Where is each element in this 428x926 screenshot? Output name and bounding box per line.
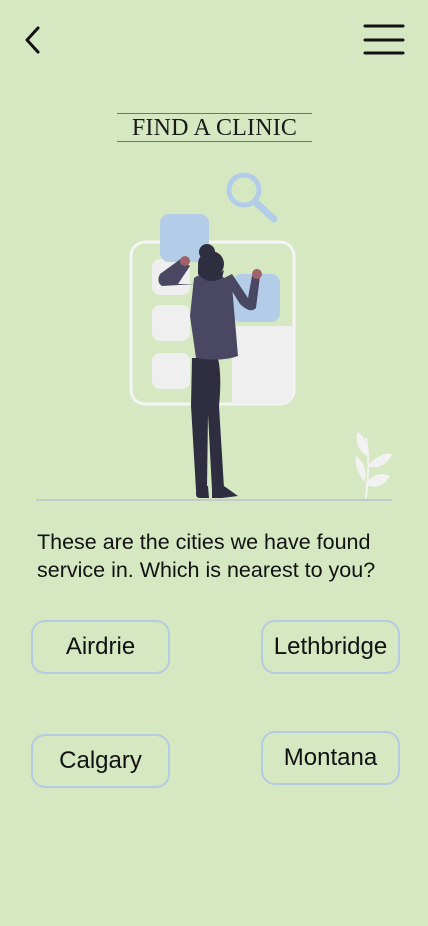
plant-icon: [355, 432, 392, 499]
city-button-lethbridge[interactable]: Lethbridge: [261, 620, 400, 674]
magnifier-icon: [226, 172, 278, 223]
cities-prompt: These are the cities we have found servi…: [37, 530, 376, 582]
chevron-left-icon: [25, 26, 40, 54]
back-button[interactable]: [18, 22, 48, 58]
hamburger-menu-icon: [363, 24, 405, 55]
city-button-calgary[interactable]: Calgary: [31, 734, 170, 788]
city-button-montana[interactable]: Montana: [261, 731, 400, 785]
page-title: FIND A CLINIC: [131, 115, 298, 141]
woman-searching-illustration: [36, 172, 392, 501]
menu-button[interactable]: [362, 22, 406, 58]
page-title-frame: FIND A CLINIC: [117, 113, 312, 142]
city-button-airdrie[interactable]: Airdrie: [31, 620, 170, 674]
